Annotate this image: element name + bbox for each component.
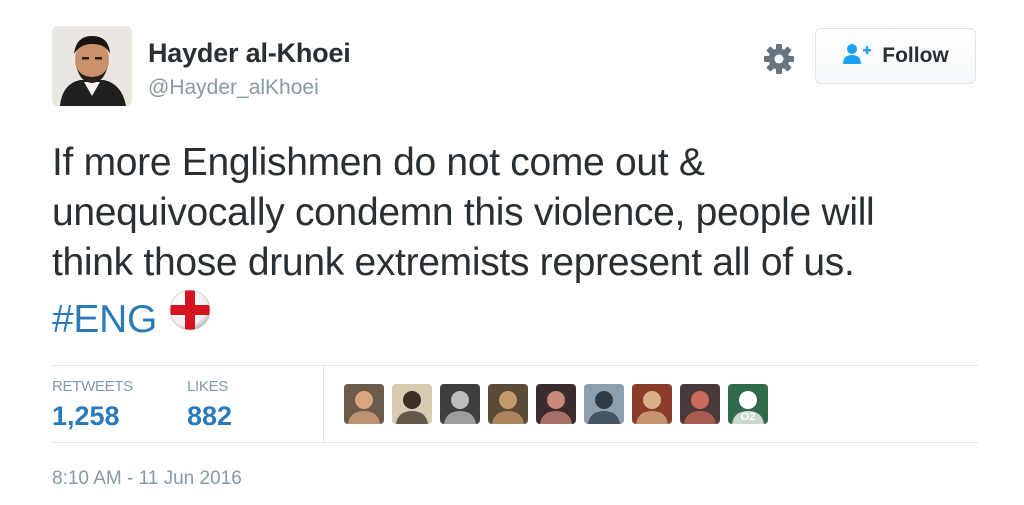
england-flag-icon bbox=[168, 289, 212, 341]
liker-avatar[interactable] bbox=[488, 384, 528, 424]
liker-avatar[interactable] bbox=[440, 384, 480, 424]
retweets-stat[interactable]: RETWEETS 1,258 bbox=[52, 378, 133, 432]
avatar[interactable] bbox=[52, 26, 132, 106]
liker-o2-text: O2 bbox=[741, 411, 756, 423]
follow-label: Follow bbox=[882, 44, 949, 67]
retweets-count: 1,258 bbox=[52, 401, 120, 431]
user-handle[interactable]: @Hayder_alKhoei bbox=[148, 76, 319, 100]
liker-avatar[interactable] bbox=[584, 384, 624, 424]
likes-stat[interactable]: LIKES 882 bbox=[187, 378, 232, 432]
person-plus-icon bbox=[842, 43, 872, 70]
tweet-line: unequivocally condemn this violence, peo… bbox=[52, 191, 875, 234]
tweet-text: If more Englishmen do not come out & une… bbox=[52, 138, 992, 345]
liker-avatar[interactable] bbox=[392, 384, 432, 424]
liker-avatar[interactable] bbox=[536, 384, 576, 424]
liker-avatar[interactable]: O2 bbox=[728, 384, 768, 424]
stats-bottom-divider bbox=[52, 442, 978, 443]
liker-avatars: O2 bbox=[344, 384, 768, 424]
user-name[interactable]: Hayder al-Khoei bbox=[148, 38, 351, 69]
tweet-line: think those drunk extremists represent a… bbox=[52, 241, 855, 284]
gear-icon[interactable] bbox=[762, 42, 796, 76]
liker-avatar[interactable] bbox=[344, 384, 384, 424]
avatar-image bbox=[52, 26, 132, 106]
stats-vertical-divider bbox=[323, 366, 324, 442]
likes-count: 882 bbox=[187, 401, 233, 431]
likes-label: LIKES bbox=[187, 378, 229, 395]
liker-avatar[interactable] bbox=[632, 384, 672, 424]
hashtag-link[interactable]: #ENG bbox=[52, 298, 157, 341]
follow-button[interactable]: Follow bbox=[815, 28, 976, 84]
tweet-timestamp[interactable]: 8:10 AM - 11 Jun 2016 bbox=[52, 468, 242, 490]
hashtag-row: #ENG bbox=[52, 288, 992, 345]
stats-top-divider bbox=[52, 365, 978, 366]
liker-avatar[interactable] bbox=[680, 384, 720, 424]
retweets-label: RETWEETS bbox=[52, 378, 133, 395]
tweet-line: If more Englishmen do not come out & bbox=[52, 141, 705, 184]
